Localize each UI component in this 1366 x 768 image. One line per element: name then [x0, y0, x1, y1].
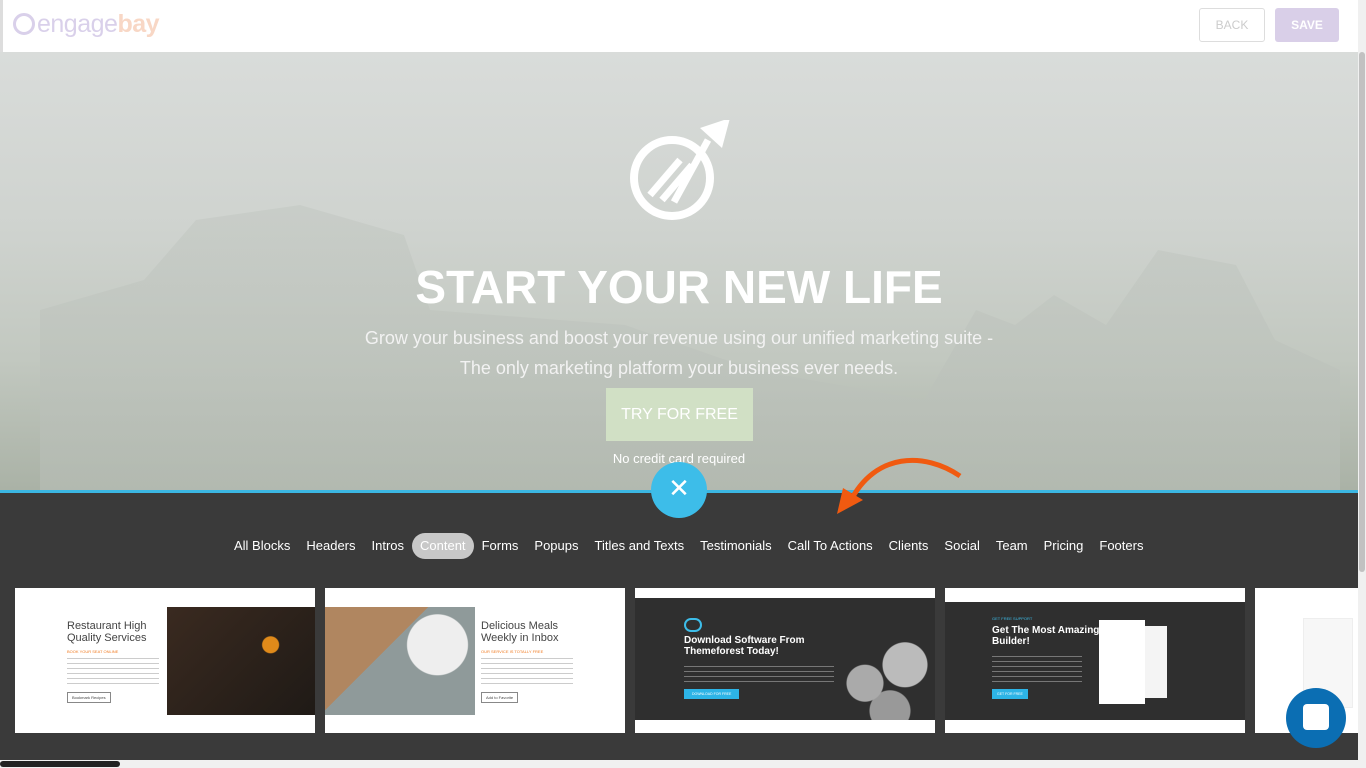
save-button[interactable]: SAVE [1275, 8, 1339, 42]
logo-mark-icon [13, 13, 35, 35]
back-button[interactable]: BACK [1199, 8, 1265, 42]
tab-intros[interactable]: Intros [364, 533, 413, 559]
block-category-tabs: All Blocks Headers Intros Content Forms … [226, 533, 1151, 559]
hero-title: START YOUR NEW LIFE [415, 261, 943, 313]
tab-footers[interactable]: Footers [1091, 533, 1151, 559]
block-card[interactable]: Delicious Meals Weekly in Inbox OUR SERV… [325, 588, 625, 733]
engagebay-logo[interactable]: engagebay [13, 10, 160, 39]
annotation-arrow-icon [837, 457, 962, 514]
try-for-free-button[interactable]: TRY FOR FREE [606, 388, 753, 441]
food-image [167, 607, 315, 715]
block-card[interactable]: Restaurant High Quality Services BOOK YO… [15, 588, 315, 733]
tab-popups[interactable]: Popups [526, 533, 586, 559]
chat-widget-icon[interactable] [1286, 688, 1346, 748]
tab-clients[interactable]: Clients [881, 533, 937, 559]
tab-forms[interactable]: Forms [474, 533, 527, 559]
growth-arrow-logo-icon [630, 120, 730, 220]
dashboard-mockup [1099, 620, 1145, 704]
tab-titles-and-texts[interactable]: Titles and Texts [587, 533, 693, 559]
tab-social[interactable]: Social [936, 533, 987, 559]
spheres-image [835, 628, 935, 720]
tab-content[interactable]: Content [412, 533, 474, 559]
tab-pricing[interactable]: Pricing [1036, 533, 1092, 559]
horizontal-scrollbar[interactable] [0, 760, 1358, 768]
close-icon[interactable]: ✕ [651, 462, 707, 518]
vertical-scroll-thumb[interactable] [1359, 52, 1365, 572]
hero-subtitle-2: The only marketing platform your busines… [459, 358, 899, 378]
cloud-download-icon [684, 618, 702, 632]
horizontal-scroll-thumb[interactable] [0, 761, 120, 767]
block-card[interactable]: GET FREE SUPPORT Get The Most Amazing Bu… [945, 588, 1245, 733]
meal-image [325, 607, 475, 715]
tab-team[interactable]: Team [988, 533, 1036, 559]
tab-all-blocks[interactable]: All Blocks [226, 533, 298, 559]
block-card[interactable]: Download Software From Themeforest Today… [635, 588, 935, 733]
tab-call-to-actions[interactable]: Call To Actions [780, 533, 881, 559]
top-bar: engagebay [0, 0, 1366, 52]
hero-section: START YOUR NEW LIFE Grow your business a… [0, 52, 1358, 490]
hero-subtitle-1: Grow your business and boost your revenu… [364, 328, 994, 348]
tab-headers[interactable]: Headers [298, 533, 363, 559]
block-cards: Restaurant High Quality Services BOOK YO… [15, 588, 1359, 733]
tab-testimonials[interactable]: Testimonials [692, 533, 780, 559]
